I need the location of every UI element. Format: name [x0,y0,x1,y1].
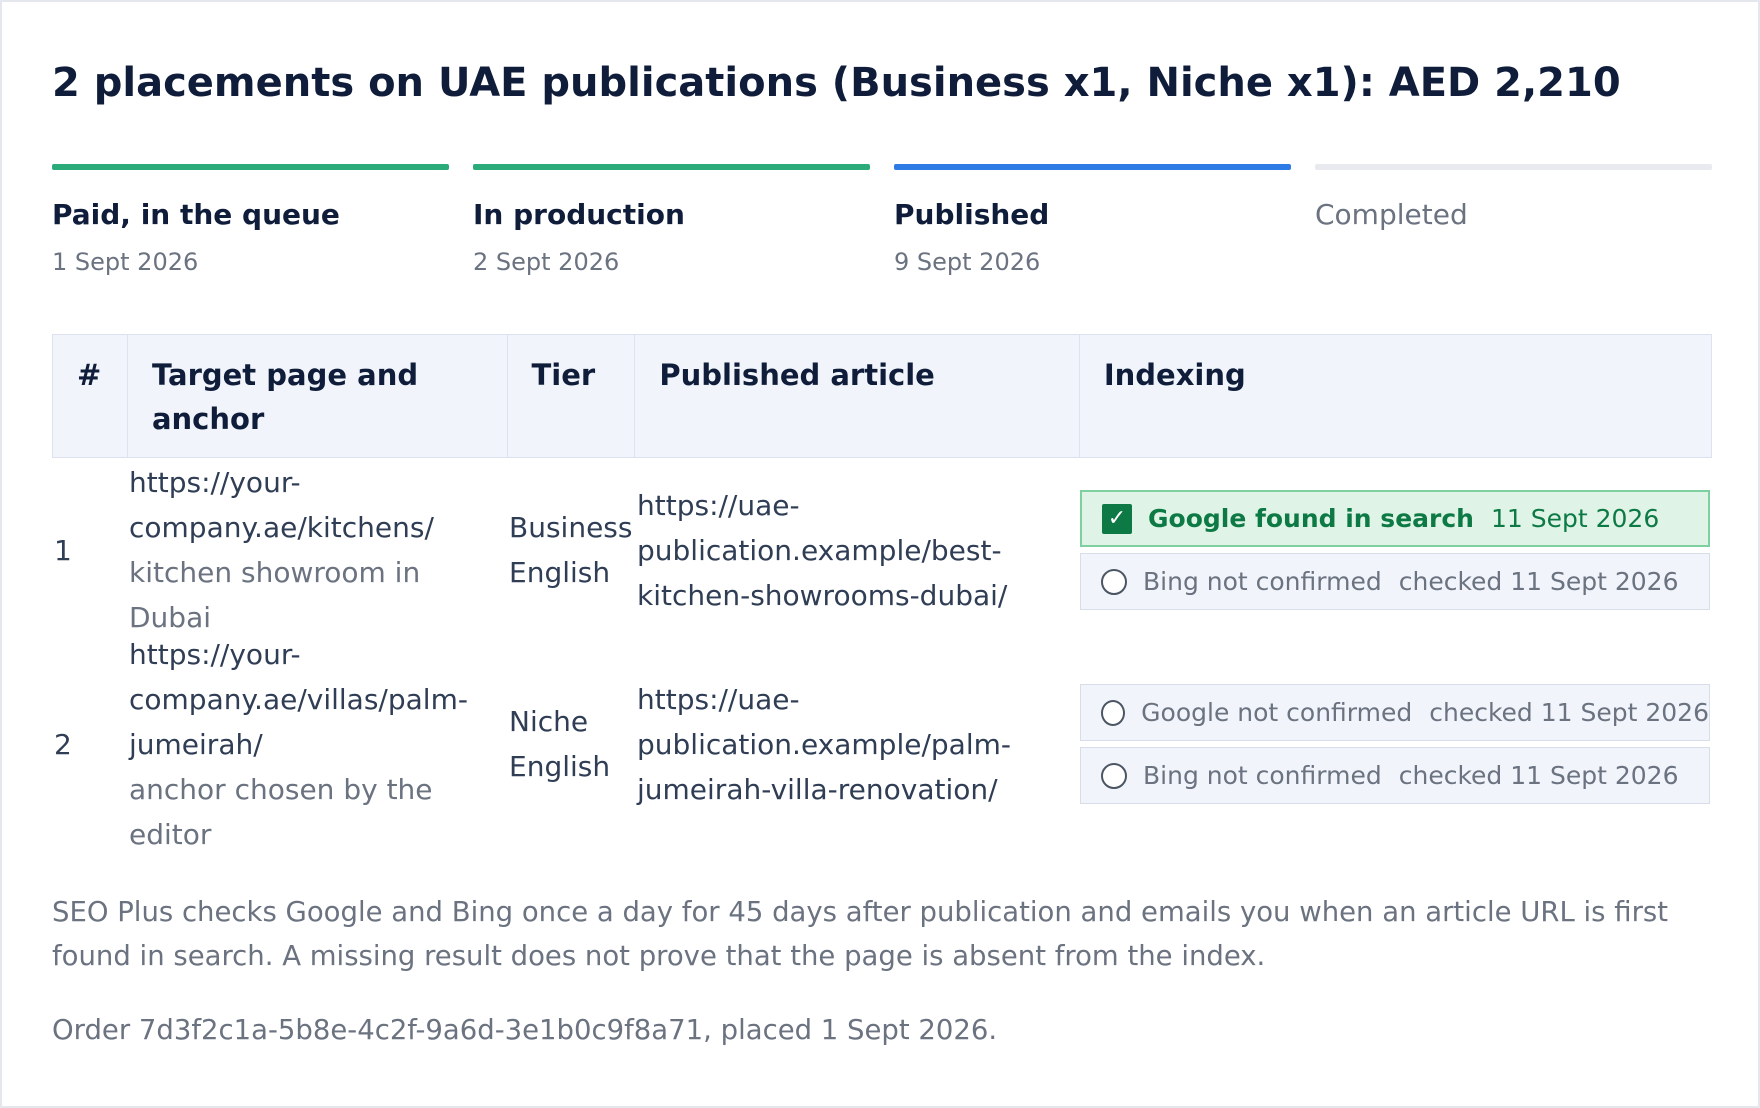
tier-cell: Business English [509,511,633,589]
order-card: 2 placements on UAE publications (Busine… [0,0,1760,1108]
radio-icon [1101,762,1127,789]
indexing-note: SEO Plus checks Google and Bing once a d… [52,896,1668,972]
step-bar [1315,164,1712,170]
column-header-tier: Tier [508,335,636,457]
table-header: # Target page and anchor Tier Published … [52,334,1712,458]
indexing-status-label: Bing not confirmed [1143,567,1382,596]
step-date: 2 Sept 2026 [473,248,620,276]
radio-icon [1101,568,1127,595]
anchor-text: anchor chosen by the editor [129,772,433,851]
target-url[interactable]: https://your-company.ae/villas/palm-jume… [129,632,507,767]
step-label: Paid, in the queue [52,198,340,231]
article-url[interactable]: https://uae-publication.example/best-kit… [635,458,1080,642]
step-date: 9 Sept 2026 [894,248,1041,276]
row-number: 2 [54,727,72,761]
indexing-status-bing: Bing not confirmed checked 11 Sept 2026 [1080,553,1710,610]
indexing-status-date: checked 11 Sept 2026 [1429,698,1709,727]
step-date [1315,248,1712,278]
row-number: 1 [54,533,72,567]
order-title: 2 placements on UAE publications (Busine… [52,60,1621,106]
step-paid: Paid, in the queue 1 Sept 2026 [52,164,449,278]
tier-cell: Niche English [509,705,611,783]
table-row: 1 https://your-company.ae/kitchens/ kitc… [52,458,1712,642]
order-reference: Order 7d3f2c1a-5b8e-4c2f-9a6d-3e1b0c9f8a… [52,1014,998,1046]
indexing-status-label: Google not confirmed [1141,698,1413,727]
indexing-status-google: Google not confirmed checked 11 Sept 202… [1080,684,1710,741]
step-completed: Completed [1315,164,1712,278]
step-bar [473,164,870,170]
placements-table: # Target page and anchor Tier Published … [52,334,1712,851]
indexing-status-date: checked 11 Sept 2026 [1398,567,1679,596]
radio-icon [1101,699,1126,726]
step-date: 1 Sept 2026 [52,248,199,276]
check-icon: ✓ [1102,503,1132,534]
step-label: In production [473,198,685,231]
indexing-status-label: Google found in search [1148,504,1474,533]
step-production: In production 2 Sept 2026 [473,164,870,278]
column-header-indexing: Indexing [1103,358,1246,392]
step-label: Published [894,198,1050,231]
indexing-status-date: checked 11 Sept 2026 [1398,761,1679,790]
target-cell: https://your-company.ae/kitchens/ kitche… [127,458,507,642]
indexing-status-label: Bing not confirmed [1143,761,1382,790]
column-header-article: Published article [635,335,1080,457]
step-bar [52,164,449,170]
column-header-target: Target page and anchor [128,335,508,457]
indexing-status-bing: Bing not confirmed checked 11 Sept 2026 [1080,747,1710,804]
indexing-cell: ✓ Google found in search 11 Sept 2026 Bi… [1080,458,1712,642]
article-url[interactable]: https://uae-publication.example/palm-jum… [635,642,1080,846]
step-label: Completed [1315,198,1468,231]
indexing-status-date: 11 Sept 2026 [1490,504,1660,533]
target-cell: https://your-company.ae/villas/palm-jume… [127,638,507,851]
table-row: 2 https://your-company.ae/villas/palm-ju… [52,638,1712,851]
target-url[interactable]: https://your-company.ae/kitchens/ [129,460,507,550]
column-header-number: # [53,335,128,457]
step-published: Published 9 Sept 2026 [894,164,1291,278]
anchor-text: kitchen showroom in Dubai [129,556,421,634]
progress-steps: Paid, in the queue 1 Sept 2026 In produc… [52,164,1712,278]
indexing-status-google: ✓ Google found in search 11 Sept 2026 [1080,490,1710,547]
indexing-cell: Google not confirmed checked 11 Sept 202… [1080,642,1712,846]
step-bar [894,164,1291,170]
